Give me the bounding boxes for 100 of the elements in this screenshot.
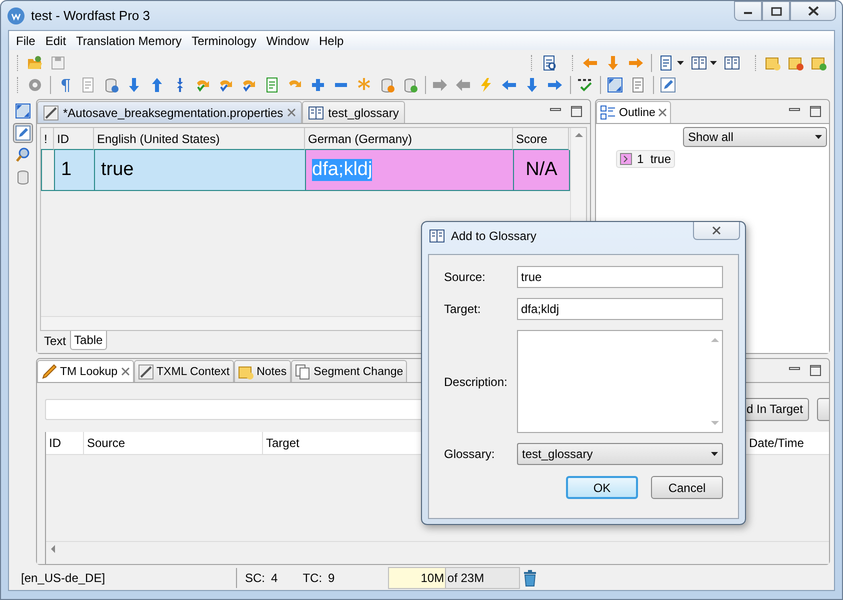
scroll-up-icon[interactable]	[710, 337, 718, 343]
folder-icon[interactable]	[26, 55, 43, 71]
scroll-left-icon[interactable]	[50, 545, 56, 553]
close-button[interactable]	[790, 1, 836, 21]
book-icon[interactable]	[691, 55, 708, 71]
minimize-icon[interactable]	[789, 365, 800, 371]
expand-icon[interactable]	[607, 77, 623, 93]
arrow-left-icon[interactable]	[501, 77, 517, 93]
arrow-right-icon[interactable]	[547, 77, 563, 93]
document-icon[interactable]	[630, 77, 646, 93]
editor-tab[interactable]: test_glossary	[302, 101, 405, 123]
column-header[interactable]: !	[41, 128, 54, 150]
column-header[interactable]: ID	[46, 432, 84, 454]
column-header[interactable]: English (United States)	[94, 128, 305, 150]
menu-item[interactable]: Edit	[40, 34, 72, 48]
plus-icon[interactable]	[310, 77, 326, 93]
pen-icon	[43, 104, 59, 120]
column-header[interactable]: Source	[84, 432, 263, 454]
panel-tab[interactable]: TM Lookup	[37, 360, 134, 382]
filter-dropdown[interactable]: Show all	[683, 127, 827, 147]
menu-item[interactable]: Window	[261, 34, 314, 48]
locale-label: [en_US-de_DE]	[20, 570, 106, 584]
restore-icon	[770, 6, 782, 16]
cylinder-icon[interactable]	[379, 77, 395, 93]
minimize-icon[interactable]	[550, 106, 561, 112]
maximize-icon[interactable]	[571, 106, 582, 117]
close-icon[interactable]	[120, 367, 130, 376]
dialog-title: Add to Glossary	[451, 229, 536, 243]
close-button[interactable]	[693, 222, 740, 240]
column-header[interactable]: Date/Time	[746, 432, 829, 454]
gear-icon[interactable]	[27, 77, 43, 93]
arrow-left-icon[interactable]	[455, 77, 471, 93]
arrow-right-icon[interactable]	[628, 55, 644, 71]
note-icon[interactable]	[764, 55, 781, 71]
maximize-icon[interactable]	[810, 365, 821, 376]
arrow-down-icon[interactable]	[524, 77, 540, 93]
panel-tab[interactable]: Notes	[234, 360, 291, 382]
pen-icon	[138, 364, 154, 380]
table-cell: 1	[55, 150, 95, 191]
segment-icon	[620, 153, 632, 165]
view-tab[interactable]: Table	[70, 331, 107, 350]
field-label: Target:	[444, 302, 482, 316]
arrow-up-icon[interactable]	[149, 77, 165, 93]
minimize-button[interactable]	[734, 1, 762, 21]
memory-text: 10M of 23M	[420, 570, 484, 584]
column-header[interactable]: German (Germany)	[305, 128, 513, 150]
arrow-right-icon[interactable]	[432, 77, 448, 93]
maximize-button[interactable]	[762, 1, 790, 21]
trash-icon[interactable]	[522, 568, 537, 586]
field-label: Glossary:	[444, 447, 496, 461]
view-tab[interactable]: Text	[40, 331, 70, 351]
menu-item[interactable]: Terminology	[186, 34, 262, 48]
window-title: test - Wordfast Pro 3	[31, 8, 150, 23]
input-field[interactable]: dfa;kldj	[517, 298, 723, 320]
scroll-up-icon[interactable]	[574, 132, 582, 138]
note-icon[interactable]	[788, 55, 804, 71]
edit-icon[interactable]	[12, 123, 32, 143]
editor-tab[interactable]: *Autosave_breaksegmentation.properties	[37, 101, 302, 123]
column-header[interactable]: Score	[513, 128, 569, 150]
status-label: TC:	[302, 570, 322, 584]
input-field[interactable]: true	[517, 266, 723, 288]
table-cell: N/A	[514, 150, 570, 191]
outline-tab[interactable]: Outline	[596, 101, 672, 123]
table-cell: true	[95, 150, 306, 191]
column-header[interactable]: ID	[54, 128, 94, 150]
document-icon[interactable]	[80, 77, 96, 93]
spellcheck-icon[interactable]	[577, 77, 593, 93]
dialog-button[interactable]: Cancel	[651, 476, 723, 499]
cylinder-icon[interactable]	[402, 77, 418, 93]
minimize-icon[interactable]	[789, 106, 800, 112]
panel-tab[interactable]: TXML Context	[134, 360, 234, 382]
document-icon[interactable]	[264, 77, 280, 93]
note-icon[interactable]	[810, 55, 827, 71]
document-edit-icon[interactable]	[658, 55, 674, 71]
text-area[interactable]	[517, 330, 723, 433]
menu-item[interactable]: Translation Memory	[71, 34, 187, 48]
status-label: SC:	[245, 570, 266, 584]
dialog-button[interactable]: OK	[566, 476, 638, 499]
cylinder-icon[interactable]	[103, 77, 119, 93]
book-icon	[429, 228, 445, 244]
toolbar-button[interactable]	[817, 398, 829, 420]
pen-icon	[41, 364, 57, 380]
table-add-icon[interactable]	[12, 101, 32, 121]
arrow-down-icon[interactable]	[126, 77, 142, 93]
maximize-icon[interactable]	[810, 106, 821, 117]
edit-icon[interactable]	[660, 77, 676, 93]
book-icon[interactable]	[724, 55, 740, 71]
arrow-left-icon[interactable]	[582, 55, 598, 71]
menu-item[interactable]: File	[11, 34, 40, 48]
panel-tab[interactable]: Segment Change	[290, 360, 408, 382]
tree-item[interactable]: 1 true	[616, 150, 676, 168]
asterisk-icon[interactable]	[356, 77, 372, 93]
menu-item[interactable]: Help	[314, 34, 349, 48]
field-label: Source:	[444, 270, 486, 284]
close-icon[interactable]	[287, 108, 296, 117]
save-icon[interactable]	[50, 55, 66, 71]
glossary-dropdown[interactable]: test_glossary	[517, 443, 723, 465]
close-icon[interactable]	[658, 108, 668, 117]
document-search-icon[interactable]	[541, 55, 558, 71]
segment-row[interactable]: 1 true dfa;kldj N/A	[41, 150, 570, 191]
